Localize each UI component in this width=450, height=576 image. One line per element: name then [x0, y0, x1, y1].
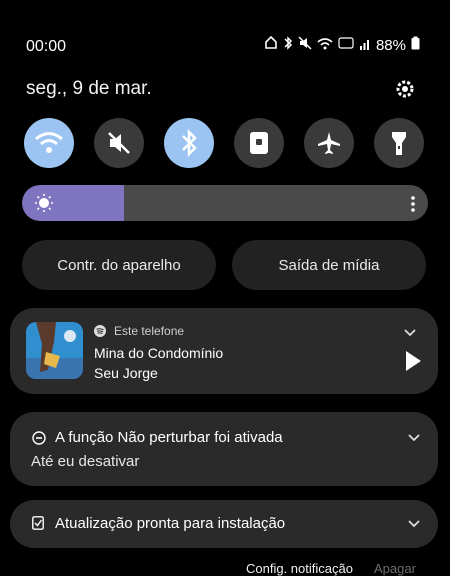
- flashlight-toggle[interactable]: [374, 118, 424, 168]
- bluetooth-icon: [182, 129, 197, 157]
- volte-icon: [338, 36, 354, 54]
- track-title: Mina do Condomínio: [94, 345, 224, 361]
- device-control-button[interactable]: Contr. do aparelho: [22, 240, 216, 290]
- battery-icon: [411, 36, 420, 54]
- lock-icon: [250, 132, 268, 154]
- alarm-icon: [264, 35, 278, 54]
- clear-all-button[interactable]: Apagar: [374, 561, 416, 576]
- airplane-toggle[interactable]: [304, 118, 354, 168]
- spotify-icon: [94, 324, 106, 342]
- chevron-down-icon[interactable]: [404, 326, 416, 344]
- brightness-slider[interactable]: [22, 185, 428, 221]
- battery-percent: 88%: [375, 36, 406, 54]
- media-player-card[interactable]: Este telefone Mina do Condomínio Seu Jor…: [10, 308, 438, 394]
- date-label: seg., 9 de mar.: [26, 78, 152, 99]
- wifi-toggle[interactable]: [24, 118, 74, 168]
- notification-title: Atualização pronta para instalação: [55, 515, 286, 532]
- status-time: 00:00: [26, 38, 67, 55]
- gear-icon[interactable]: [394, 78, 416, 100]
- mute-status-icon: [298, 36, 312, 54]
- media-source-label: Este telefone: [114, 324, 185, 338]
- track-artist: Seu Jorge: [94, 365, 158, 381]
- notification-subtitle: Até eu desativar: [31, 453, 140, 470]
- notification-update[interactable]: Atualização pronta para instalação: [10, 500, 438, 548]
- media-output-button[interactable]: Saída de mídia: [232, 240, 426, 290]
- mute-toggle[interactable]: [94, 118, 144, 168]
- flashlight-icon: [392, 132, 406, 155]
- update-checkbox-icon: [32, 516, 44, 535]
- notification-dnd[interactable]: A função Não perturbar foi ativada Até e…: [10, 412, 438, 486]
- status-bar: 00:00 88%: [0, 30, 450, 60]
- notification-settings-link[interactable]: Config. notificação: [246, 561, 353, 576]
- notification-title: A função Não perturbar foi ativada: [55, 429, 283, 446]
- bluetooth-status-icon: [283, 36, 293, 54]
- chevron-down-icon[interactable]: [408, 431, 420, 449]
- status-icons: 88%: [264, 35, 420, 54]
- bluetooth-toggle[interactable]: [164, 118, 214, 168]
- volume-mute-icon: [108, 132, 130, 154]
- screen-lock-toggle[interactable]: [234, 118, 284, 168]
- album-art: [26, 322, 83, 379]
- do-not-disturb-icon: [32, 431, 46, 450]
- signal-icon: [359, 37, 371, 54]
- more-options-icon[interactable]: [410, 195, 416, 218]
- sun-icon: [34, 193, 54, 218]
- chevron-down-icon[interactable]: [408, 517, 420, 535]
- wifi-icon: [35, 132, 63, 153]
- wifi-status-icon: [317, 37, 333, 54]
- play-icon[interactable]: [404, 350, 422, 377]
- airplane-icon: [318, 132, 340, 154]
